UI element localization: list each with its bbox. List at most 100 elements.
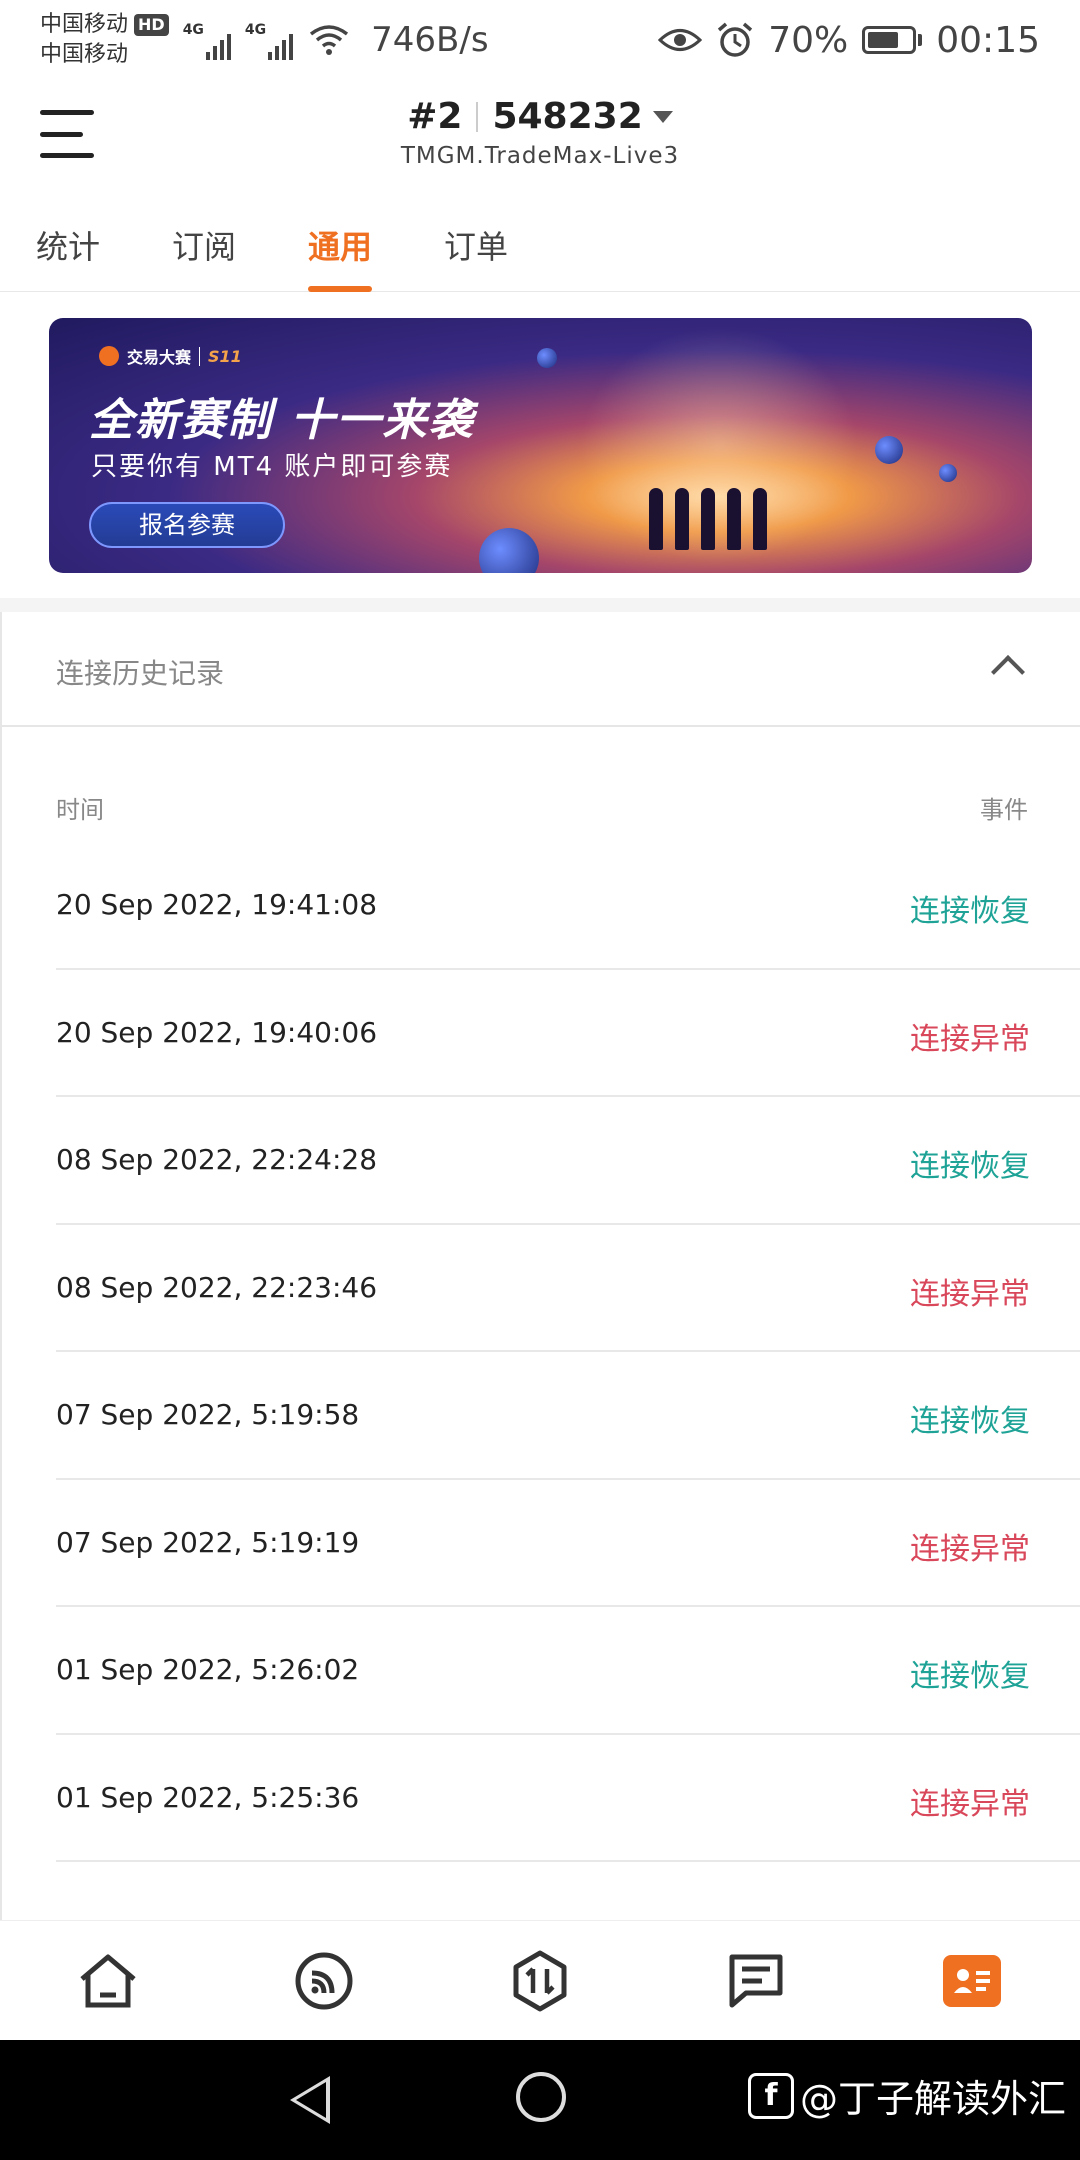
server-name: TMGM.TradeMax-Live3 <box>400 143 680 169</box>
signal-icon: 4G <box>183 20 231 60</box>
battery-fill <box>868 32 898 48</box>
system-navigation-bar: f @丁子解读外汇 <box>0 2040 1080 2160</box>
history-row-event: 连接异常 <box>910 1021 1030 1057</box>
tab-bar: 统计 订阅 通用 订单 <box>0 210 1080 292</box>
account-switcher[interactable]: #2 548232 TMGM.TradeMax-Live3 <box>0 96 1080 169</box>
history-row: 01 Sep 2022, 5:25:36 连接异常 <box>56 1735 1080 1862</box>
app-screen: 中国移动 HD 中国移动 4G 4G 746B/s 70% 00:15 #2 5… <box>0 0 1080 2160</box>
tab-general[interactable]: 通用 <box>308 222 372 268</box>
carrier-row-1: 中国移动 HD <box>40 10 169 40</box>
history-row-event: 连接恢复 <box>910 1659 1030 1694</box>
history-row-time: 08 Sep 2022, 22:23:46 <box>56 1270 378 1304</box>
carrier-1: 中国移动 <box>40 12 129 37</box>
history-row-event: 连接恢复 <box>910 1149 1030 1184</box>
history-row-time: 20 Sep 2022, 19:40:06 <box>56 1015 378 1049</box>
history-row-event: 连接异常 <box>910 1786 1030 1822</box>
app-header: #2 548232 TMGM.TradeMax-Live3 <box>0 90 1080 190</box>
tab-statistics[interactable]: 统计 <box>36 222 100 268</box>
nav-messages[interactable] <box>716 1941 796 2021</box>
tab-subscribe[interactable]: 订阅 <box>172 222 236 268</box>
watermark-text: @丁子解读外汇 <box>799 2077 1066 2121</box>
watermark-logo-icon: f <box>747 2072 794 2119</box>
history-row-time: 08 Sep 2022, 22:24:28 <box>56 1143 378 1176</box>
history-row: 08 Sep 2022, 22:24:28 连接恢复 <box>56 1097 1080 1225</box>
planet-decoration <box>537 348 557 368</box>
brand-logo-icon <box>99 346 119 366</box>
banner-brand-text: 交易大赛 <box>127 348 192 367</box>
account-selector[interactable]: #2 548232 <box>407 96 673 137</box>
history-row-time: 01 Sep 2022, 5:25:36 <box>56 1780 360 1814</box>
carrier-2: 中国移动 <box>40 42 129 67</box>
carriers: 中国移动 HD 中国移动 <box>40 10 169 70</box>
banner-title: 全新赛制 十一来袭 <box>89 395 475 446</box>
history-row-time: 01 Sep 2022, 5:26:02 <box>56 1653 360 1686</box>
planet-decoration <box>875 436 903 464</box>
network-speed: 746B/s <box>371 20 489 60</box>
column-header-event: 事件 <box>980 796 1028 824</box>
nav-trade[interactable] <box>500 1941 580 2021</box>
banner-brand: 交易大赛 S11 <box>99 344 242 368</box>
history-row: 07 Sep 2022, 5:19:58 连接恢复 <box>56 1352 1080 1480</box>
status-bar: 中国移动 HD 中国移动 4G 4G 746B/s 70% 00:15 <box>0 0 1080 80</box>
battery-icon <box>862 26 923 54</box>
account-index: #2 <box>407 96 463 137</box>
back-icon[interactable] <box>290 2076 330 2124</box>
runners-illustration <box>649 488 767 550</box>
trade-icon <box>513 1950 567 2011</box>
history-row: 08 Sep 2022, 22:23:46 连接异常 <box>56 1225 1080 1352</box>
battery-tip <box>918 34 923 46</box>
battery-percent: 70% <box>768 19 849 61</box>
history-row: 20 Sep 2022, 19:41:08 连接恢复 <box>56 842 1080 970</box>
watermark: f @丁子解读外汇 <box>747 2068 1066 2123</box>
nav-home[interactable] <box>68 1941 148 2021</box>
chevron-up-icon[interactable] <box>991 655 1025 689</box>
history-row-event: 连接异常 <box>910 1531 1030 1567</box>
caret-down-icon <box>652 110 673 123</box>
nav-subscribe[interactable] <box>284 1941 364 2021</box>
connection-history-panel: 连接历史记录 时间 事件 20 Sep 2022, 19:41:08 连接恢复 20… <box>0 612 1080 1920</box>
status-right: 70% 00:15 <box>658 20 1040 61</box>
signal-icon: 4G <box>244 20 294 60</box>
account-number: 548232 <box>492 96 643 137</box>
subscribe-icon <box>295 1952 353 2009</box>
column-header-time: 时间 <box>56 796 104 824</box>
message-icon <box>729 1954 783 2007</box>
account-icon-glyph <box>954 1968 990 1993</box>
history-row-time: 20 Sep 2022, 19:41:08 <box>56 888 378 921</box>
section-divider <box>0 598 1080 612</box>
history-row: 01 Sep 2022, 5:26:02 连接恢复 <box>56 1607 1080 1735</box>
history-row-event: 连接异常 <box>910 1276 1030 1312</box>
network-type-1: 4G <box>182 22 204 38</box>
nav-account[interactable] <box>932 1941 1012 2021</box>
history-row-time: 07 Sep 2022, 5:19:58 <box>56 1398 360 1431</box>
planet-decoration <box>479 528 539 573</box>
signup-button[interactable]: 报名参赛 <box>89 502 285 548</box>
home-icon <box>80 1954 136 2007</box>
network-type-2: 4G <box>244 22 267 38</box>
history-row: 07 Sep 2022, 5:19:19 连接异常 <box>56 1480 1080 1607</box>
history-row-event: 连接恢复 <box>910 1404 1030 1439</box>
eye-icon <box>658 29 703 51</box>
battery-shell <box>862 26 917 54</box>
wifi-icon <box>310 25 349 55</box>
promo-banner[interactable]: 交易大赛 S11 全新赛制 十一来袭 只要你有 MT4 账户即可参赛 报名参赛 <box>49 318 1032 573</box>
history-list: 20 Sep 2022, 19:41:08 连接恢复 20 Sep 2022, 19… <box>56 842 1080 1862</box>
planet-decoration <box>939 464 957 482</box>
banner-season: S11 <box>199 346 242 366</box>
banner-subtitle: 只要你有 MT4 账户即可参赛 <box>91 452 453 482</box>
signal-bars-2 <box>268 30 294 60</box>
history-row: 20 Sep 2022, 19:40:06 连接异常 <box>56 970 1080 1097</box>
alarm-icon <box>718 22 753 57</box>
connection-history-title: 连接历史记录 <box>56 657 225 690</box>
history-row-time: 07 Sep 2022, 5:19:19 <box>56 1525 360 1559</box>
hd-badge: HD <box>134 14 169 36</box>
tab-orders[interactable]: 订单 <box>444 222 508 268</box>
clock: 00:15 <box>936 19 1040 61</box>
status-left: 中国移动 HD 中国移动 4G 4G 746B/s <box>40 10 489 70</box>
signal-bars-1 <box>205 30 231 60</box>
account-divider <box>476 101 479 132</box>
history-row-event: 连接恢复 <box>910 894 1030 929</box>
account-icon <box>943 1954 1001 2007</box>
home-button-icon[interactable] <box>516 2072 566 2122</box>
connection-history-header[interactable]: 连接历史记录 <box>2 612 1080 727</box>
